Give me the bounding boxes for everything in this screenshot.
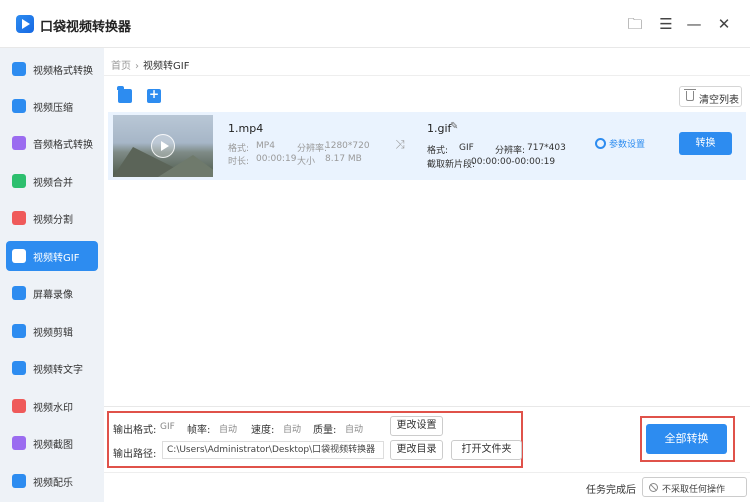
framerate-value: 自动	[219, 425, 238, 435]
music-icon	[12, 474, 26, 488]
change-directory-button[interactable]: 更改目录	[390, 440, 443, 460]
speed-label: 速度:	[251, 425, 275, 436]
sidebar-item-compress[interactable]: 视频压缩	[6, 91, 98, 121]
video-thumbnail	[113, 115, 213, 177]
sidebar-item-label: 视频剪辑	[33, 328, 73, 339]
sidebar-item-label: 视频配乐	[33, 478, 73, 489]
target-format-value: GIF	[459, 143, 474, 153]
folder-icon[interactable]: 🗀	[625, 14, 645, 34]
parameter-settings-label: 参数设置	[609, 140, 646, 150]
add-file-icon[interactable]	[147, 87, 161, 103]
sidebar-item-label: 视频水印	[33, 403, 73, 414]
output-format-value: GIF	[160, 422, 175, 432]
sidebar-item-screen-record[interactable]: 屏幕录像	[6, 278, 98, 308]
edit-video-icon	[12, 324, 26, 338]
pencil-icon[interactable]: ✎	[450, 121, 460, 133]
split-icon	[12, 211, 26, 225]
audio-icon	[12, 136, 26, 150]
source-duration-label: 时长:	[228, 157, 250, 167]
after-task-select[interactable]: 不采取任何操作	[642, 477, 747, 497]
sidebar-item-label: 屏幕录像	[33, 290, 73, 301]
clip-value: 00:00:00-00:00:19	[471, 157, 556, 167]
clip-label: 截取新片段:	[427, 160, 476, 170]
quality-label: 质量:	[313, 425, 337, 436]
sidebar-item-merge[interactable]: 视频合并	[6, 166, 98, 196]
close-icon[interactable]: ✕	[714, 14, 734, 34]
open-folder-button[interactable]: 打开文件夹	[451, 440, 522, 460]
merge-icon	[12, 174, 26, 188]
minimize-icon[interactable]: —	[684, 14, 704, 34]
menu-icon[interactable]: ☰	[656, 14, 676, 34]
breadcrumb: 首页 › 视频转GIF	[111, 57, 189, 72]
convert-all-button[interactable]: 全部转换	[646, 424, 727, 454]
title-bar: 口袋视频转换器 🗀 ☰ — ✕	[0, 0, 750, 48]
mountain-shape	[158, 155, 213, 177]
sidebar-item-label: 视频合并	[33, 178, 73, 189]
convert-button[interactable]: 转换	[679, 132, 732, 155]
source-size-value: 8.17 MB	[325, 154, 362, 164]
output-path-label: 输出路径:	[113, 449, 157, 460]
source-resolution-label: 分辨率:	[297, 144, 328, 154]
sidebar-item-label: 视频压缩	[33, 103, 73, 114]
sidebar-item-screenshot[interactable]: 视频截图	[6, 428, 98, 458]
gif-icon	[12, 249, 26, 263]
after-task-value: 不采取任何操作	[662, 485, 726, 495]
change-settings-button[interactable]: 更改设置	[390, 416, 443, 436]
add-folder-icon[interactable]	[117, 86, 132, 103]
play-icon[interactable]	[151, 134, 175, 158]
target-format-label: 格式:	[427, 146, 449, 156]
sidebar-item-label: 视频截图	[33, 440, 73, 451]
sidebar-item-label: 视频格式转换	[33, 66, 93, 77]
target-resolution-value: 717*403	[527, 143, 566, 153]
sidebar-item-to-text[interactable]: 视频转文字	[6, 353, 98, 383]
target-resolution-label: 分辨率:	[495, 146, 526, 156]
output-format-label: 输出格式:	[113, 425, 157, 436]
divider	[104, 75, 750, 76]
watermark-icon	[12, 399, 26, 413]
screen-record-icon	[12, 286, 26, 300]
clear-list-button[interactable]: 清空列表	[679, 86, 742, 107]
after-task-label: 任务完成后	[586, 485, 636, 496]
sidebar-item-edit[interactable]: 视频剪辑	[6, 316, 98, 346]
sidebar-item-watermark[interactable]: 视频水印	[6, 391, 98, 421]
parameter-settings-link[interactable]: 参数设置	[595, 137, 645, 150]
sidebar-item-split[interactable]: 视频分割	[6, 203, 98, 233]
file-row: 1.mp4 格式: MP4 分辨率: 1280*720 时长: 00:00:19…	[108, 112, 746, 180]
source-duration-value: 00:00:19	[256, 154, 297, 164]
sidebar-item-audio-convert[interactable]: 音频格式转换	[6, 128, 98, 158]
app-title: 口袋视频转换器	[40, 20, 132, 35]
text-icon	[12, 361, 26, 375]
sidebar: 视频格式转换 视频压缩 音频格式转换 视频合并 视频分割 视频转GIF 屏幕录像…	[0, 48, 104, 502]
framerate-label: 帧率:	[187, 425, 211, 436]
sidebar-item-label: 视频转GIF	[33, 253, 80, 264]
video-convert-icon	[12, 62, 26, 76]
shuffle-icon: ⤨	[395, 137, 405, 151]
screenshot-icon	[12, 436, 26, 450]
trash-icon	[684, 89, 696, 101]
gear-icon	[595, 138, 606, 149]
breadcrumb-home[interactable]: 首页	[111, 61, 131, 72]
breadcrumb-current: 视频转GIF	[143, 61, 190, 72]
sidebar-item-label: 视频转文字	[33, 365, 83, 376]
sidebar-item-label: 视频分割	[33, 215, 73, 226]
compress-icon	[12, 99, 26, 113]
no-action-icon	[649, 483, 658, 492]
sidebar-item-music[interactable]: 视频配乐	[6, 466, 98, 496]
sidebar-item-label: 音频格式转换	[33, 140, 93, 151]
breadcrumb-separator: ›	[135, 61, 139, 72]
app-logo-icon	[16, 15, 34, 33]
sidebar-item-format-convert[interactable]: 视频格式转换	[6, 54, 98, 84]
speed-value: 自动	[283, 425, 302, 435]
output-path-input[interactable]: C:\Users\Administrator\Desktop\口袋视频转换器	[162, 441, 384, 459]
clear-list-label: 清空列表	[699, 95, 739, 106]
sidebar-item-video-to-gif[interactable]: 视频转GIF	[6, 241, 98, 271]
target-file-name: 1.gif	[427, 122, 452, 135]
source-resolution-value: 1280*720	[325, 141, 370, 151]
source-format-label: 格式:	[228, 144, 250, 154]
source-size-label: 大小	[297, 157, 316, 167]
source-file-name: 1.mp4	[228, 122, 264, 135]
source-format-value: MP4	[256, 141, 275, 151]
quality-value: 自动	[345, 425, 364, 435]
